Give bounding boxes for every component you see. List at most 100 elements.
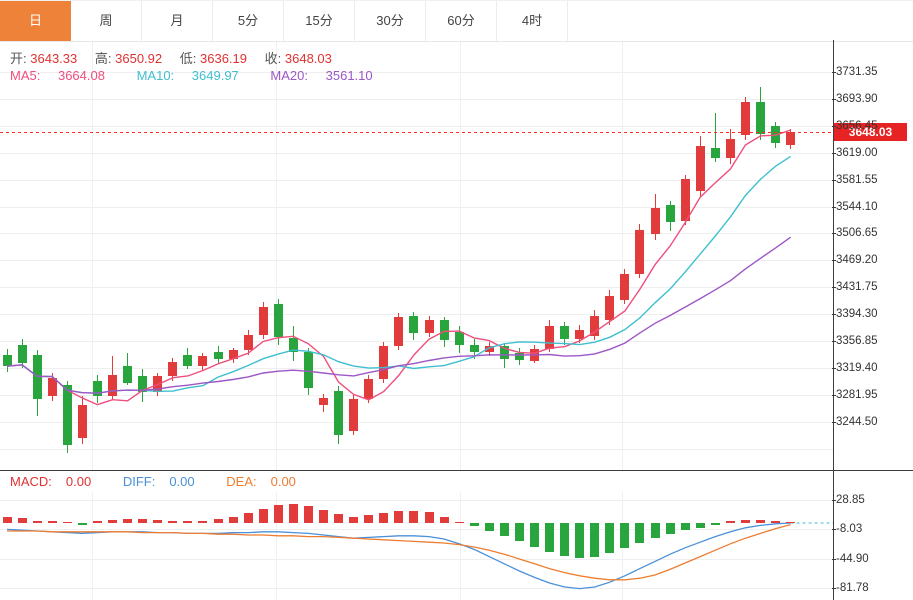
macd-bar bbox=[334, 514, 343, 523]
timeframe-tabbar: 日周月 5分 15分 30分 60分 4时 bbox=[0, 0, 913, 42]
price-tick-label: 3656.45 bbox=[832, 119, 878, 132]
macd-bar bbox=[32, 520, 42, 523]
gridline bbox=[0, 421, 833, 423]
open-label: 开: bbox=[10, 51, 27, 66]
price-tick-label: 3431.75 bbox=[832, 281, 878, 294]
candle bbox=[545, 326, 554, 349]
tab-day[interactable]: 日 bbox=[0, 1, 71, 41]
price-axis-line bbox=[833, 40, 834, 600]
gridline bbox=[0, 179, 833, 181]
candle bbox=[695, 146, 705, 191]
high-label: 高: bbox=[94, 51, 112, 66]
last-price-dotted-line bbox=[0, 131, 833, 133]
tab-5min[interactable]: 5分 bbox=[213, 1, 284, 41]
candle bbox=[575, 330, 585, 339]
gridline bbox=[0, 233, 833, 235]
candle bbox=[364, 379, 374, 400]
tab-week[interactable]: 周 bbox=[71, 1, 142, 41]
low-label: 低: bbox=[179, 51, 197, 66]
price-tick-label: 3244.50 bbox=[832, 415, 878, 428]
candle bbox=[605, 295, 615, 321]
macd-bar bbox=[575, 523, 585, 559]
candle bbox=[590, 315, 600, 336]
macd-bar bbox=[650, 523, 660, 539]
candle bbox=[740, 102, 750, 135]
tab-4hour[interactable]: 4时 bbox=[497, 1, 568, 41]
price-tick-label: 3544.10 bbox=[832, 200, 878, 213]
macd-bar bbox=[108, 519, 117, 523]
macd-bar bbox=[92, 521, 102, 523]
candle bbox=[409, 315, 419, 334]
macd-bar bbox=[364, 515, 374, 523]
candle bbox=[153, 376, 163, 393]
gridline bbox=[460, 42, 461, 470]
candle bbox=[243, 334, 253, 351]
candle bbox=[484, 346, 494, 352]
gridline bbox=[0, 499, 833, 501]
macd-bar bbox=[560, 523, 570, 556]
macd-bar bbox=[62, 522, 72, 524]
candle bbox=[439, 320, 449, 341]
macd-bar bbox=[213, 519, 223, 523]
gridline bbox=[0, 206, 833, 208]
macd-bar bbox=[635, 523, 645, 543]
candle bbox=[319, 397, 328, 405]
tab-30min[interactable]: 30分 bbox=[355, 1, 426, 41]
price-tick-label: 3581.55 bbox=[832, 173, 878, 186]
price-tick-label: 3693.90 bbox=[832, 92, 878, 105]
ma20-legend: MA20: 3561.10 bbox=[270, 68, 373, 83]
macd-bar bbox=[77, 523, 87, 525]
ma10-line bbox=[6, 155, 791, 394]
gridline bbox=[0, 98, 833, 100]
kline-chart-app: 日周月 5分 15分 30分 60分 4时 开: 3643.33 高: 3650.92 低… bbox=[0, 0, 913, 600]
gridline bbox=[0, 341, 833, 343]
gridline bbox=[622, 42, 623, 470]
gridline bbox=[460, 492, 461, 600]
candle bbox=[680, 179, 690, 221]
tab-month[interactable]: 月 bbox=[142, 1, 213, 41]
macd-bar bbox=[288, 503, 298, 523]
macd-bar bbox=[394, 511, 404, 523]
diff-value-legend: DIFF: 0.00 bbox=[122, 474, 195, 489]
macd-bar bbox=[47, 521, 57, 523]
gridline bbox=[0, 125, 833, 127]
gridline bbox=[92, 42, 93, 470]
macd-bar bbox=[484, 523, 494, 531]
macd-bar bbox=[756, 519, 765, 523]
candle bbox=[288, 337, 298, 352]
macd-bar bbox=[379, 512, 389, 523]
macd-bar bbox=[138, 519, 148, 523]
candle bbox=[273, 304, 283, 338]
candle bbox=[123, 366, 133, 384]
open-value: 3643.33 bbox=[30, 51, 78, 66]
macd-legend: MACD: 0.00 DIFF: 0.00 DEA: 0.00 bbox=[10, 474, 324, 489]
candle bbox=[394, 317, 404, 346]
candle bbox=[138, 376, 148, 393]
ma10-legend: MA10: 3649.97 bbox=[136, 68, 239, 83]
candle bbox=[334, 390, 343, 436]
candle bbox=[710, 147, 720, 158]
tab-60min[interactable]: 60分 bbox=[426, 1, 497, 41]
ma5-line bbox=[6, 129, 791, 406]
macd-bar bbox=[620, 523, 630, 548]
macd-bar bbox=[349, 516, 359, 523]
price-tick-label: 3356.85 bbox=[832, 335, 878, 348]
price-tick-label: 3506.65 bbox=[832, 227, 878, 240]
tab-15min[interactable]: 15分 bbox=[284, 1, 355, 41]
macd-bar bbox=[258, 508, 268, 523]
candle bbox=[725, 139, 735, 158]
low-value: 3636.19 bbox=[200, 51, 247, 66]
candle bbox=[213, 351, 223, 359]
macd-bar bbox=[17, 518, 27, 523]
close-label: 收: bbox=[264, 51, 282, 66]
candle bbox=[514, 353, 524, 361]
pane-separator bbox=[0, 470, 913, 471]
macd-bar bbox=[545, 523, 554, 552]
candle bbox=[530, 349, 539, 361]
candle bbox=[650, 208, 660, 234]
dea-value-legend: DEA: 0.00 bbox=[226, 474, 296, 489]
macd-bar bbox=[469, 523, 479, 527]
candle bbox=[168, 361, 178, 377]
candle bbox=[17, 344, 27, 364]
price-tick-label: 3394.30 bbox=[832, 308, 878, 321]
